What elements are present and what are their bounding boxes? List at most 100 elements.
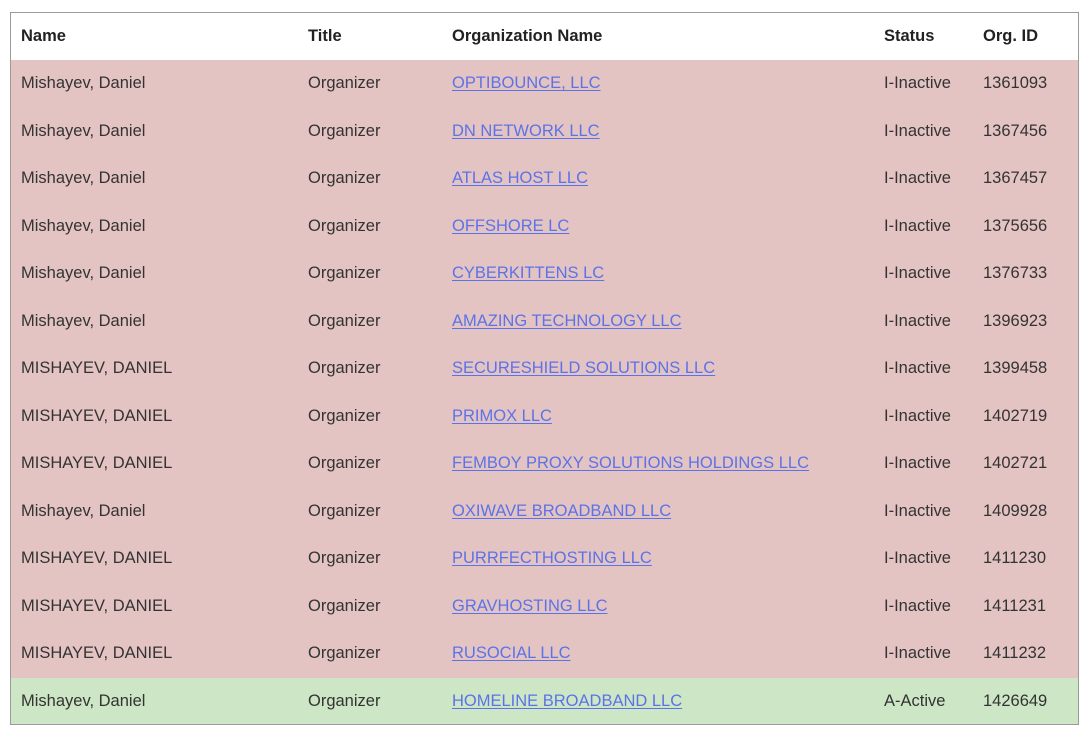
cell-title: Organizer (298, 582, 442, 630)
cell-organization: SECURESHIELD SOLUTIONS LLC (442, 345, 874, 393)
cell-title: Organizer (298, 677, 442, 724)
table-row: MISHAYEV, DANIEL Organizer PURRFECTHOSTI… (11, 535, 1078, 583)
cell-title: Organizer (298, 487, 442, 535)
table-row: MISHAYEV, DANIEL Organizer FEMBOY PROXY … (11, 440, 1078, 488)
column-header-name: Name (11, 13, 298, 60)
cell-org-id: 1367456 (973, 107, 1078, 155)
organizations-table: Name Title Organization Name Status Org.… (11, 13, 1078, 724)
table-header-row: Name Title Organization Name Status Org.… (11, 13, 1078, 60)
table-row: Mishayev, Daniel Organizer AMAZING TECHN… (11, 297, 1078, 345)
table-row: MISHAYEV, DANIEL Organizer GRAVHOSTING L… (11, 582, 1078, 630)
cell-name: Mishayev, Daniel (11, 250, 298, 298)
table-row: MISHAYEV, DANIEL Organizer SECURESHIELD … (11, 345, 1078, 393)
table-row: Mishayev, Daniel Organizer OPTIBOUNCE, L… (11, 60, 1078, 108)
organization-link[interactable]: ATLAS HOST LLC (452, 169, 588, 187)
organization-link[interactable]: GRAVHOSTING LLC (452, 597, 608, 615)
cell-status: I-Inactive (874, 392, 973, 440)
cell-org-id: 1399458 (973, 345, 1078, 393)
cell-name: MISHAYEV, DANIEL (11, 392, 298, 440)
cell-name: MISHAYEV, DANIEL (11, 582, 298, 630)
organization-link[interactable]: OFFSHORE LC (452, 217, 569, 235)
cell-title: Organizer (298, 155, 442, 203)
organization-link[interactable]: PRIMOX LLC (452, 407, 552, 425)
cell-status: I-Inactive (874, 202, 973, 250)
cell-status: I-Inactive (874, 60, 973, 108)
cell-organization: OXIWAVE BROADBAND LLC (442, 487, 874, 535)
cell-org-id: 1396923 (973, 297, 1078, 345)
cell-name: Mishayev, Daniel (11, 487, 298, 535)
cell-org-id: 1411231 (973, 582, 1078, 630)
cell-status: I-Inactive (874, 250, 973, 298)
cell-org-id: 1376733 (973, 250, 1078, 298)
organization-link[interactable]: AMAZING TECHNOLOGY LLC (452, 312, 682, 330)
organization-link[interactable]: SECURESHIELD SOLUTIONS LLC (452, 359, 715, 377)
table-row: Mishayev, Daniel Organizer HOMELINE BROA… (11, 677, 1078, 724)
cell-title: Organizer (298, 392, 442, 440)
table-row: Mishayev, Daniel Organizer OXIWAVE BROAD… (11, 487, 1078, 535)
cell-title: Organizer (298, 107, 442, 155)
cell-name: MISHAYEV, DANIEL (11, 345, 298, 393)
cell-organization: ATLAS HOST LLC (442, 155, 874, 203)
table-row: Mishayev, Daniel Organizer ATLAS HOST LL… (11, 155, 1078, 203)
cell-org-id: 1409928 (973, 487, 1078, 535)
cell-name: Mishayev, Daniel (11, 60, 298, 108)
table-row: MISHAYEV, DANIEL Organizer PRIMOX LLC I-… (11, 392, 1078, 440)
cell-name: Mishayev, Daniel (11, 677, 298, 724)
cell-status: I-Inactive (874, 630, 973, 678)
cell-title: Organizer (298, 60, 442, 108)
cell-organization: DN NETWORK LLC (442, 107, 874, 155)
cell-organization: PRIMOX LLC (442, 392, 874, 440)
cell-status: I-Inactive (874, 535, 973, 583)
table-row: MISHAYEV, DANIEL Organizer RUSOCIAL LLC … (11, 630, 1078, 678)
cell-name: Mishayev, Daniel (11, 155, 298, 203)
column-header-title: Title (298, 13, 442, 60)
cell-org-id: 1375656 (973, 202, 1078, 250)
cell-status: I-Inactive (874, 155, 973, 203)
organization-link[interactable]: HOMELINE BROADBAND LLC (452, 692, 682, 710)
cell-status: I-Inactive (874, 345, 973, 393)
cell-organization: HOMELINE BROADBAND LLC (442, 677, 874, 724)
cell-organization: GRAVHOSTING LLC (442, 582, 874, 630)
cell-status: I-Inactive (874, 487, 973, 535)
organization-link[interactable]: RUSOCIAL LLC (452, 644, 571, 662)
cell-organization: FEMBOY PROXY SOLUTIONS HOLDINGS LLC (442, 440, 874, 488)
cell-name: Mishayev, Daniel (11, 107, 298, 155)
organizations-table-container: Name Title Organization Name Status Org.… (10, 12, 1079, 725)
column-header-status: Status (874, 13, 973, 60)
cell-name: MISHAYEV, DANIEL (11, 440, 298, 488)
table-row: Mishayev, Daniel Organizer CYBERKITTENS … (11, 250, 1078, 298)
cell-org-id: 1402719 (973, 392, 1078, 440)
cell-status: I-Inactive (874, 582, 973, 630)
organization-link[interactable]: CYBERKITTENS LC (452, 264, 604, 282)
cell-name: MISHAYEV, DANIEL (11, 630, 298, 678)
cell-org-id: 1411230 (973, 535, 1078, 583)
column-header-org-id: Org. ID (973, 13, 1078, 60)
organization-link[interactable]: PURRFECTHOSTING LLC (452, 549, 652, 567)
cell-organization: OFFSHORE LC (442, 202, 874, 250)
cell-title: Organizer (298, 440, 442, 488)
cell-title: Organizer (298, 630, 442, 678)
organization-link[interactable]: FEMBOY PROXY SOLUTIONS HOLDINGS LLC (452, 454, 809, 472)
organization-link[interactable]: OPTIBOUNCE, LLC (452, 74, 601, 92)
cell-title: Organizer (298, 297, 442, 345)
cell-organization: OPTIBOUNCE, LLC (442, 60, 874, 108)
cell-name: MISHAYEV, DANIEL (11, 535, 298, 583)
table-row: Mishayev, Daniel Organizer DN NETWORK LL… (11, 107, 1078, 155)
cell-organization: CYBERKITTENS LC (442, 250, 874, 298)
column-header-organization-name: Organization Name (442, 13, 874, 60)
cell-org-id: 1426649 (973, 677, 1078, 724)
organization-link[interactable]: OXIWAVE BROADBAND LLC (452, 502, 671, 520)
cell-organization: PURRFECTHOSTING LLC (442, 535, 874, 583)
cell-org-id: 1402721 (973, 440, 1078, 488)
cell-status: I-Inactive (874, 107, 973, 155)
cell-org-id: 1411232 (973, 630, 1078, 678)
cell-status: A-Active (874, 677, 973, 724)
cell-title: Organizer (298, 535, 442, 583)
cell-status: I-Inactive (874, 440, 973, 488)
cell-org-id: 1367457 (973, 155, 1078, 203)
cell-organization: RUSOCIAL LLC (442, 630, 874, 678)
cell-name: Mishayev, Daniel (11, 297, 298, 345)
cell-org-id: 1361093 (973, 60, 1078, 108)
organization-link[interactable]: DN NETWORK LLC (452, 122, 600, 140)
cell-title: Organizer (298, 202, 442, 250)
